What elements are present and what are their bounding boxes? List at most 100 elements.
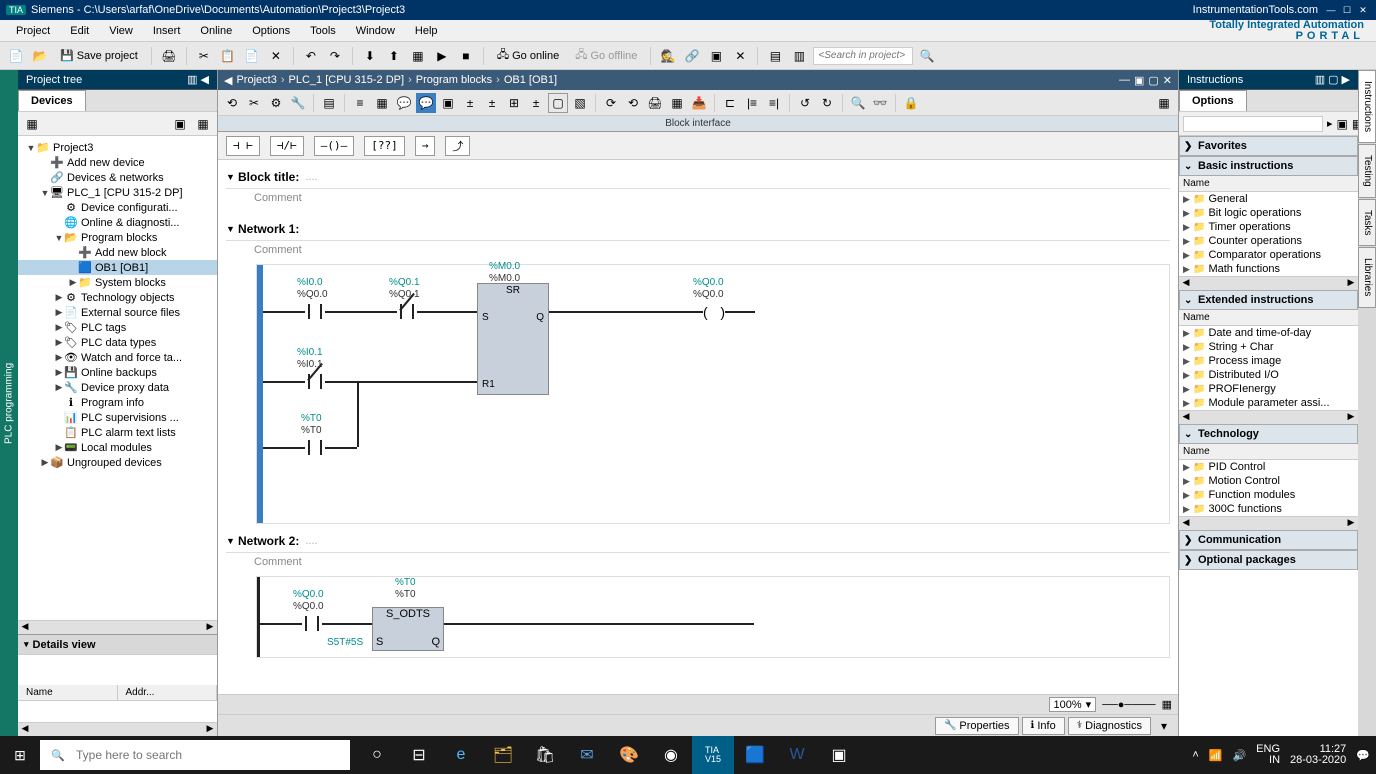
- coil-icon[interactable]: –()–: [314, 136, 355, 156]
- et-icon[interactable]: ⟲: [222, 93, 242, 113]
- scroll-left2[interactable]: ◀: [18, 723, 32, 736]
- block-title-header[interactable]: ▼Block title:....: [226, 166, 1170, 189]
- tree-item[interactable]: 🟦OB1 [OB1]: [18, 260, 217, 275]
- tree-item[interactable]: ▶⚙Technology objects: [18, 290, 217, 305]
- empty-box-icon[interactable]: [??]: [364, 136, 405, 156]
- explorer-icon[interactable]: 🗂: [482, 736, 524, 774]
- optpkg-group[interactable]: ❯Optional packages: [1179, 550, 1358, 570]
- window-max-icon[interactable]: ▢: [1148, 74, 1158, 87]
- cut-icon[interactable]: ✂: [194, 46, 214, 66]
- instruction-folder[interactable]: ▶📁Module parameter assi...: [1179, 396, 1358, 410]
- speaker-icon[interactable]: 🔊: [1232, 749, 1246, 762]
- network-2-body[interactable]: %Q0.0 %Q0.0 S_ODTS S Q %T0 %T0 S5T#5S: [256, 576, 1170, 658]
- tree-item[interactable]: ➕Add new block: [18, 245, 217, 260]
- side-tab-tasks[interactable]: Tasks: [1358, 199, 1376, 247]
- menu-tools[interactable]: Tools: [300, 22, 346, 40]
- instruction-folder[interactable]: ▶📁Function modules: [1179, 488, 1358, 502]
- tree-item[interactable]: 📊PLC supervisions ...: [18, 410, 217, 425]
- devices-tab[interactable]: Devices: [18, 90, 86, 111]
- no-contact-icon[interactable]: ⊣ ⊢: [226, 136, 260, 156]
- search-go-icon[interactable]: 🔍: [917, 46, 937, 66]
- layout-icon[interactable]: ▣: [706, 46, 726, 66]
- undo-icon[interactable]: ↶: [301, 46, 321, 66]
- tree-item[interactable]: 🌐Online & diagnosti...: [18, 215, 217, 230]
- menu-project[interactable]: Project: [6, 22, 60, 40]
- block-interface-bar[interactable]: Block interface: [218, 116, 1178, 132]
- zoom-fit-icon[interactable]: ▦: [1162, 698, 1172, 711]
- ladder-editor[interactable]: ▼Block title:.... Comment ▼Network 1: Co…: [218, 160, 1178, 694]
- instr-nav[interactable]: ▶: [1342, 73, 1350, 86]
- et-icon[interactable]: ↻: [817, 93, 837, 113]
- tray-up-icon[interactable]: ˄: [1192, 749, 1198, 761]
- instruction-folder[interactable]: ▶📁Math functions: [1179, 262, 1358, 276]
- inspector-collapse-icon[interactable]: ▾: [1154, 716, 1174, 736]
- instruction-folder[interactable]: ▶📁Motion Control: [1179, 474, 1358, 488]
- menu-insert[interactable]: Insert: [143, 22, 191, 40]
- instruction-folder[interactable]: ▶📁PID Control: [1179, 460, 1358, 474]
- network-1-comment[interactable]: Comment: [226, 241, 1170, 264]
- options-tab[interactable]: Options: [1179, 90, 1247, 111]
- tree-item[interactable]: 📋PLC alarm text lists: [18, 425, 217, 440]
- zoom-slider[interactable]: ──●────: [1102, 699, 1155, 711]
- collapse-icon[interactable]: ▥: [187, 73, 197, 86]
- split-v-icon[interactable]: ▥: [789, 46, 809, 66]
- zoom-select[interactable]: 100%▾: [1049, 697, 1097, 712]
- tree-item[interactable]: ⚙Device configurati...: [18, 200, 217, 215]
- side-tab-testing[interactable]: Testing: [1358, 144, 1376, 198]
- opt-btn[interactable]: ▣: [1337, 114, 1348, 134]
- menu-view[interactable]: View: [99, 22, 143, 40]
- info-tab[interactable]: ℹInfo: [1022, 717, 1065, 735]
- tech-group[interactable]: ⌄Technology: [1179, 424, 1358, 444]
- menu-help[interactable]: Help: [405, 22, 448, 40]
- scroll-right[interactable]: ▶: [203, 621, 217, 634]
- et-icon[interactable]: ⟳: [601, 93, 621, 113]
- tree-item[interactable]: 🔗Devices & networks: [18, 170, 217, 185]
- new-project-icon[interactable]: 📄: [6, 46, 26, 66]
- et-icon[interactable]: 👓: [870, 93, 890, 113]
- et-icon[interactable]: ▤: [319, 93, 339, 113]
- scroll-right2[interactable]: ▶: [203, 723, 217, 736]
- compile-icon[interactable]: ▦: [408, 46, 428, 66]
- notifications-icon[interactable]: 💬: [1356, 749, 1370, 762]
- tree-button-2[interactable]: ▣: [170, 114, 190, 134]
- window-min-icon[interactable]: —: [1119, 74, 1130, 86]
- et-icon[interactable]: ✂: [244, 93, 264, 113]
- minimize-button[interactable]: —: [1324, 3, 1338, 17]
- et-icon[interactable]: ⊏: [720, 93, 740, 113]
- et-icon[interactable]: 🔧: [288, 93, 308, 113]
- et-icon[interactable]: 💬: [394, 93, 414, 113]
- network-1-body[interactable]: %I0.0 %Q0.0 %Q0.1 %Q0.1 SR S Q R1 %M0.0 …: [256, 264, 1170, 524]
- et-icon[interactable]: ▣: [438, 93, 458, 113]
- delete-icon[interactable]: ✕: [266, 46, 286, 66]
- et-icon[interactable]: 💬: [416, 93, 436, 113]
- menu-edit[interactable]: Edit: [60, 22, 99, 40]
- project-search-input[interactable]: [813, 47, 913, 65]
- wifi-icon[interactable]: 📶: [1209, 749, 1223, 762]
- et-icon[interactable]: 🔒: [901, 93, 921, 113]
- copy-icon[interactable]: 📋: [218, 46, 238, 66]
- et-icon[interactable]: ▦: [667, 93, 687, 113]
- redo-icon[interactable]: ↷: [325, 46, 345, 66]
- go-offline-button[interactable]: 🖧 Go offline: [569, 46, 643, 66]
- et-icon[interactable]: ↺: [795, 93, 815, 113]
- tree-item[interactable]: ▼📁Project3: [18, 140, 217, 155]
- nc-contact-icon[interactable]: ⊣/⊢: [270, 136, 304, 156]
- et-icon[interactable]: ⟲: [623, 93, 643, 113]
- instr-btn[interactable]: ▥: [1315, 73, 1325, 86]
- et-icon[interactable]: ▢: [548, 93, 568, 113]
- edge-icon[interactable]: e: [440, 736, 482, 774]
- details-view-header[interactable]: ▾Details view: [18, 634, 217, 654]
- et-icon[interactable]: ±: [482, 93, 502, 113]
- tree-item[interactable]: ▶📟Local modules: [18, 440, 217, 455]
- et-icon[interactable]: ⊞: [504, 93, 524, 113]
- instruction-folder[interactable]: ▶📁Comparator operations: [1179, 248, 1358, 262]
- tree-item[interactable]: ▶🏷PLC data types: [18, 335, 217, 350]
- instruction-folder[interactable]: ▶📁Timer operations: [1179, 220, 1358, 234]
- tree-button-3[interactable]: ▦: [193, 114, 213, 134]
- menu-options[interactable]: Options: [242, 22, 300, 40]
- network-2-header[interactable]: ▼Network 2:....: [226, 530, 1170, 553]
- tree-item[interactable]: ▶💾Online backups: [18, 365, 217, 380]
- side-tab-libraries[interactable]: Libraries: [1358, 247, 1376, 307]
- comm-group[interactable]: ❯Communication: [1179, 530, 1358, 550]
- stop-icon[interactable]: ■: [456, 46, 476, 66]
